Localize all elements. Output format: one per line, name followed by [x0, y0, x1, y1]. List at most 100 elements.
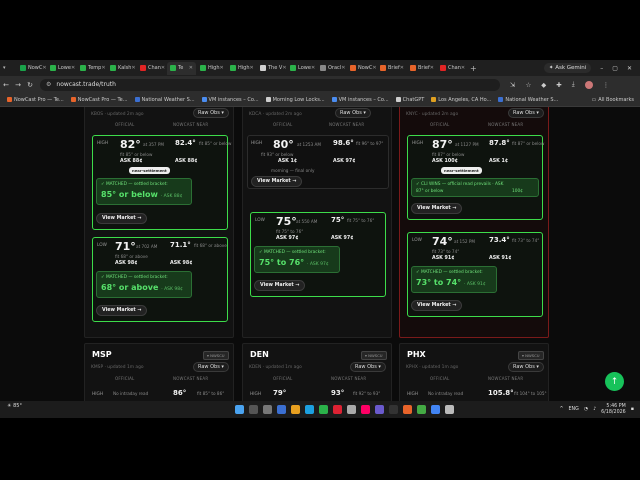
downloads-icon[interactable]: ⤓: [572, 80, 575, 89]
extension-icon[interactable]: ◆: [541, 81, 546, 89]
tab-13[interactable]: Brief ✕: [407, 62, 436, 75]
weather-widget[interactable]: ☀ 85°: [7, 403, 22, 409]
tab-close-icon[interactable]: ✕: [101, 65, 105, 71]
tab-4[interactable]: Chan ✕: [137, 62, 166, 75]
tab-menu[interactable]: ▾: [0, 62, 16, 75]
view-market-button[interactable]: View Market →: [411, 203, 463, 214]
app-icon[interactable]: [360, 405, 370, 414]
view-market-button[interactable]: View Market →: [411, 300, 463, 311]
tab-2[interactable]: Temp ✕: [77, 62, 106, 75]
low-temp: 71°: [115, 240, 136, 253]
url-input[interactable]: ⚙ nowcast.trade/truth: [40, 78, 500, 91]
matched-value: 68° or above · ASK 98¢: [101, 283, 183, 292]
bookmark-2[interactable]: National Weather S...: [134, 97, 195, 103]
raw-obs-button[interactable]: Raw Obs ▾: [335, 108, 371, 118]
edge-icon[interactable]: [304, 405, 314, 414]
extensions-puzzle-icon[interactable]: ✚: [556, 81, 561, 89]
tab-5[interactable]: Te ✕: [167, 61, 196, 75]
tab-close-icon[interactable]: ✕: [161, 65, 165, 71]
task-view-icon[interactable]: [262, 405, 272, 414]
app-icon[interactable]: [374, 405, 384, 414]
profile-avatar[interactable]: [584, 80, 593, 89]
app-icon[interactable]: [276, 405, 286, 414]
view-market-button[interactable]: View Market →: [96, 305, 148, 316]
install-app-icon[interactable]: ⇲: [510, 81, 515, 89]
file-explorer-icon[interactable]: [290, 405, 300, 414]
tab-12[interactable]: Brief ✕: [377, 62, 406, 75]
tab-7[interactable]: High ✕: [227, 62, 256, 75]
tab-close-icon[interactable]: ✕: [250, 65, 254, 71]
reload-button[interactable]: ↻: [24, 81, 36, 89]
volume-icon[interactable]: ♪: [593, 407, 596, 412]
tab-close-icon[interactable]: ✕: [341, 65, 345, 71]
view-market-button[interactable]: View Market →: [251, 176, 303, 187]
app-icon[interactable]: [346, 405, 356, 414]
bookmark-1[interactable]: NowCast Pro — Te...: [70, 97, 128, 103]
tab-10[interactable]: Oracl ✕: [317, 62, 346, 75]
tab-close-icon[interactable]: ✕: [131, 65, 135, 71]
bookmark-label: ChatGPT: [402, 96, 425, 103]
app-icon[interactable]: [332, 405, 342, 414]
taskbar: ☀ 85° ^ ENG ◔ ♪ 5:46 PM 6/18/2026 ▪: [0, 401, 640, 418]
raw-obs-button[interactable]: Raw Obs ▾: [508, 362, 544, 372]
chevron-up-icon[interactable]: ^: [560, 407, 564, 412]
bookmark-6[interactable]: ChatGPT: [395, 96, 425, 103]
bookmark-3[interactable]: VM instances – Co...: [201, 97, 259, 103]
ask-gemini-button[interactable]: ✦ Ask Gemini: [543, 63, 592, 73]
tab-11[interactable]: NowC ✕: [347, 62, 376, 75]
language-indicator[interactable]: ENG: [569, 407, 579, 412]
tab-close-icon[interactable]: ✕: [189, 65, 193, 71]
search-icon[interactable]: [248, 405, 258, 414]
tab-1[interactable]: Lowe ✕: [47, 62, 76, 75]
maximize-button[interactable]: ▢: [612, 65, 618, 72]
star-icon[interactable]: ☆: [525, 81, 531, 89]
bookmark-4[interactable]: Morning Low Locks...: [265, 97, 325, 103]
clock[interactable]: 5:46 PM 6/18/2026: [601, 404, 626, 416]
scroll-to-top-button[interactable]: ↑: [605, 372, 624, 391]
tab-close-icon[interactable]: ✕: [461, 65, 465, 71]
app-icon[interactable]: [416, 405, 426, 414]
bookmark-8[interactable]: National Weather S...: [498, 97, 558, 103]
chrome-icon[interactable]: [430, 405, 440, 414]
raw-obs-button[interactable]: Raw Obs ▾: [508, 108, 544, 118]
close-button[interactable]: ✕: [627, 65, 632, 72]
all-bookmarks-button[interactable]: ▭ All Bookmarks: [592, 97, 634, 103]
view-market-button[interactable]: View Market →: [254, 280, 306, 291]
tab-close-icon[interactable]: ✕: [372, 65, 376, 71]
bookmark-7[interactable]: Los Angeles, CA Ho...: [431, 97, 491, 103]
tab-close-icon[interactable]: ✕: [42, 65, 46, 71]
bookmark-0[interactable]: NowCast Pro — Te...: [7, 97, 64, 103]
app-icon[interactable]: [402, 405, 412, 414]
tab-close-icon[interactable]: ✕: [311, 65, 315, 71]
forward-button[interactable]: →: [12, 81, 24, 89]
tab-close-icon[interactable]: ✕: [400, 65, 404, 71]
raw-obs-button[interactable]: Raw Obs ▾: [350, 362, 386, 372]
raw-obs-button[interactable]: Raw Obs ▾: [193, 108, 229, 118]
app-icon[interactable]: [444, 405, 454, 414]
tab-0[interactable]: NowC ✕: [17, 62, 46, 75]
new-tab-button[interactable]: +: [470, 64, 477, 73]
wifi-icon[interactable]: ◔: [584, 407, 588, 412]
tab-9[interactable]: Lowe ✕: [287, 62, 316, 75]
tab-close-icon[interactable]: ✕: [71, 65, 75, 71]
more-menu-icon[interactable]: ⋮: [603, 81, 610, 89]
site-info-icon[interactable]: ⚙: [46, 81, 51, 88]
tab-3[interactable]: Kalsh ✕: [107, 62, 136, 75]
high-fit: fit 85° or below: [120, 152, 153, 157]
minimize-button[interactable]: –: [600, 65, 603, 72]
tab-close-icon[interactable]: ✕: [282, 65, 286, 71]
raw-obs-button[interactable]: Raw Obs ▾: [193, 362, 229, 372]
tab-6[interactable]: High ✕: [197, 62, 226, 75]
tab-close-icon[interactable]: ✕: [220, 65, 224, 71]
tab-close-icon[interactable]: ✕: [430, 65, 434, 71]
nws-badge: ▾ NWSCU: [518, 351, 544, 360]
notification-icon[interactable]: ▪: [631, 407, 634, 412]
tab-8[interactable]: The V ✕: [257, 62, 286, 75]
windows-start-icon[interactable]: [234, 405, 244, 414]
bookmark-5[interactable]: VM instances – Co...: [331, 97, 389, 103]
view-market-button[interactable]: View Market →: [96, 213, 148, 224]
app-icon[interactable]: [388, 405, 398, 414]
tab-14[interactable]: Chan ✕: [437, 62, 466, 75]
app-icon[interactable]: [318, 405, 328, 414]
back-button[interactable]: ←: [0, 81, 12, 89]
